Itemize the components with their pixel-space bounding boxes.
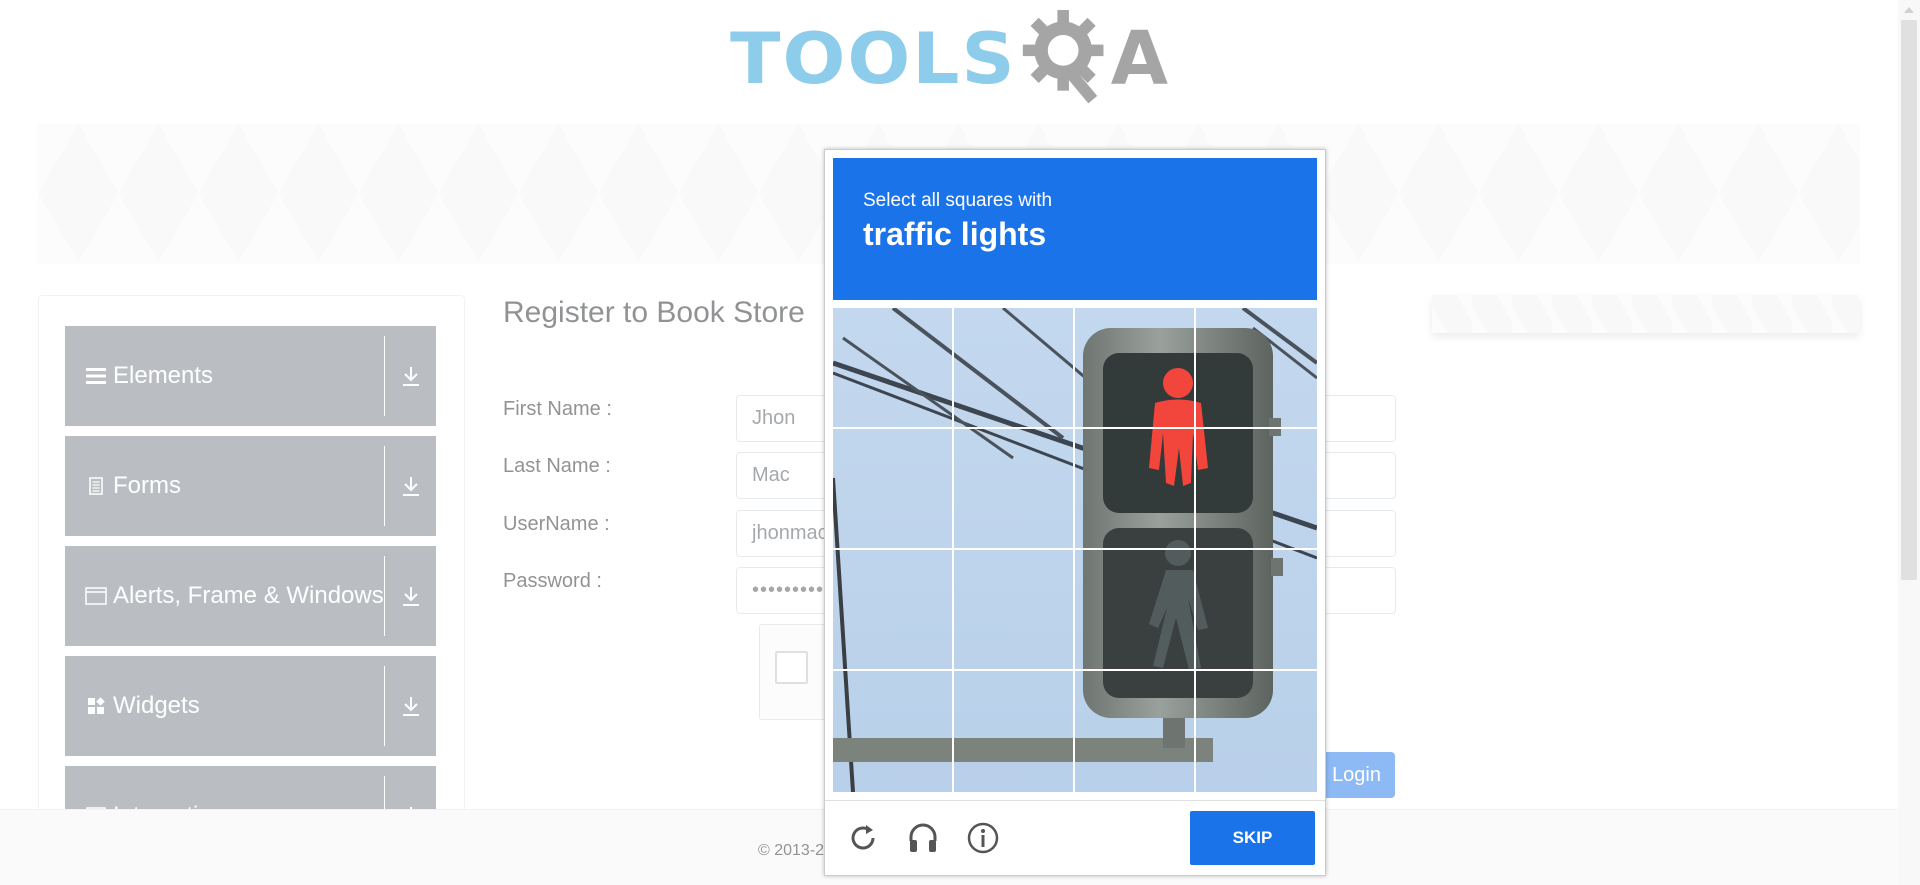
captcha-tile[interactable]	[1075, 550, 1196, 671]
captcha-tile[interactable]	[1196, 671, 1317, 792]
captcha-tile[interactable]	[833, 550, 954, 671]
captcha-header: Select all squares with traffic lights	[833, 158, 1317, 300]
audio-icon[interactable]	[905, 820, 941, 856]
captcha-challenge: Select all squares with traffic lights S…	[824, 149, 1326, 876]
captcha-tile[interactable]	[833, 671, 954, 792]
captcha-tile[interactable]	[1075, 429, 1196, 550]
captcha-tile[interactable]	[833, 308, 954, 429]
captcha-footer: SKIP	[825, 800, 1325, 876]
captcha-tile[interactable]	[954, 550, 1075, 671]
info-icon[interactable]	[965, 820, 1001, 856]
captcha-tile[interactable]	[1075, 308, 1196, 429]
captcha-image	[833, 308, 1317, 792]
captcha-tile[interactable]	[1196, 550, 1317, 671]
captcha-tile[interactable]	[954, 671, 1075, 792]
captcha-tile[interactable]	[954, 308, 1075, 429]
captcha-tile[interactable]	[1196, 308, 1317, 429]
captcha-tile-grid	[833, 308, 1317, 792]
captcha-target: traffic lights	[863, 216, 1047, 252]
captcha-tile[interactable]	[1075, 671, 1196, 792]
captcha-tile[interactable]	[954, 429, 1075, 550]
captcha-tile[interactable]	[833, 429, 954, 550]
captcha-instruction: Select all squares with	[863, 190, 1053, 211]
captcha-tile[interactable]	[1196, 429, 1317, 550]
skip-button[interactable]: SKIP	[1190, 811, 1315, 865]
reload-icon[interactable]	[845, 820, 881, 856]
